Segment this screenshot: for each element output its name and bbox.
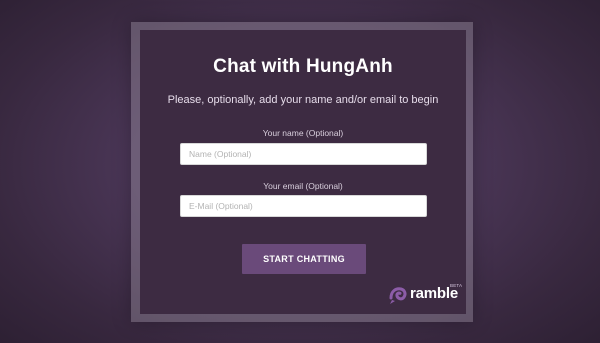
name-input[interactable] [180, 143, 427, 165]
email-input[interactable] [180, 195, 427, 217]
ramble-logo-icon [389, 287, 407, 304]
email-field-label: Your email (Optional) [263, 181, 343, 191]
dialog-title: Chat with HungAnh [213, 56, 393, 77]
ramble-brand: ramble BETA [388, 283, 464, 309]
start-chatting-button[interactable]: START CHATTING [242, 244, 366, 274]
dialog-subtitle: Please, optionally, add your name and/or… [167, 94, 439, 106]
chat-start-dialog: Chat with HungAnh Please, optionally, ad… [140, 30, 466, 314]
beta-badge: BETA [450, 283, 463, 288]
name-field-label: Your name (Optional) [262, 128, 344, 138]
